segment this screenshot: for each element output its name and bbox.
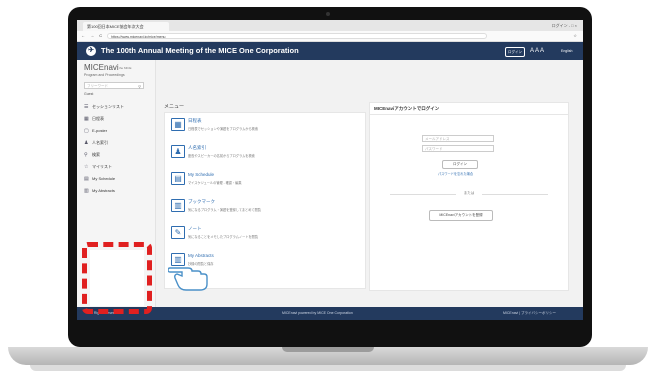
search-placeholder: フリーワード xyxy=(87,84,108,88)
browser-tab-bar: 第100回日本MICE協会年次大会 ログイン - □ × xyxy=(77,20,583,31)
pointing-hand-icon xyxy=(168,267,208,291)
sidebar-item-label: マイリスト xyxy=(92,164,112,169)
menu-item-note[interactable]: ✎ ノート 気になることをメモしたプログラムノートを閲覧 xyxy=(171,226,359,252)
menu-item-author-index[interactable]: ♟ 人名索引 座長やスピーカーの名前からプログラムを検索 xyxy=(171,145,359,171)
url-field[interactable]: https://www.micenavi.jp/mice/menu xyxy=(107,33,487,39)
register-button[interactable]: MICEnaviアカウントを登録 xyxy=(429,210,493,221)
schedule-icon: ▤ xyxy=(171,172,185,185)
nav-buttons[interactable]: ← → C xyxy=(81,33,104,39)
abstracts-icon: ▥ xyxy=(84,188,89,194)
poster-icon: ▢ xyxy=(84,128,89,134)
sidebar-item-label: My Abstracts xyxy=(92,188,115,193)
sidebar-item-label: E-poster xyxy=(92,128,108,133)
sidebar-item-my-abstracts[interactable]: ▥ My Abstracts xyxy=(84,185,152,196)
menu-item-my-schedule[interactable]: ▤ My Schedule マイスケジュールの管理 - 確認・編集 xyxy=(171,172,359,198)
list-icon: ☰ xyxy=(84,104,89,110)
menu-heading: メニュー xyxy=(164,104,185,110)
password-field[interactable]: パスワード xyxy=(422,145,494,152)
schedule-icon: ▤ xyxy=(84,176,89,182)
laptop-shadow xyxy=(30,365,626,371)
site-header: ✈ The 100th Annual Meeting of the MICE O… xyxy=(77,42,583,60)
menu-item-desc: 気になることをメモしたプログラムノートを閲覧 xyxy=(188,235,259,239)
site-footer: All Rights Reserved. MICEnavi powered by… xyxy=(77,307,583,320)
menu-item-title[interactable]: 日程表 xyxy=(188,118,202,124)
bookmark-star-icon[interactable]: ☆ xyxy=(573,33,577,39)
email-field[interactable]: メールアドレス xyxy=(422,135,494,142)
sidebar-item-label: 検索 xyxy=(92,152,100,157)
menu-item-bookmark[interactable]: ▥ ブックマーク 気になるプログラム・演題を登録してまとめて閲覧 xyxy=(171,199,359,225)
search-icon: ⚲ xyxy=(84,152,88,158)
language-switch[interactable]: English xyxy=(561,42,572,60)
logo-icon: ✈ xyxy=(86,46,96,56)
menu-item-title[interactable]: My Schedule xyxy=(188,172,214,177)
menu-item-title[interactable]: ノート xyxy=(188,226,202,232)
menu-item-desc: 座長やスピーカーの名前からプログラムを検索 xyxy=(188,154,255,158)
calendar-icon: ▦ xyxy=(84,116,89,122)
login-button[interactable]: ログイン xyxy=(442,160,478,169)
menu-item-desc: 日程表でセッションや演題をプログラムから検索 xyxy=(188,127,259,131)
sidebar-item-my-schedule[interactable]: ▤ My Schedule xyxy=(84,173,152,184)
search-icon[interactable]: ⚲ xyxy=(138,83,141,90)
sidebar-search-input[interactable]: フリーワード ⚲ xyxy=(84,82,144,89)
laptop-notch xyxy=(282,347,374,352)
window-controls[interactable]: ログイン - □ × xyxy=(552,22,577,29)
sidebar-item-mylist[interactable]: ☆ マイリスト xyxy=(84,161,152,172)
login-panel-title: MICEnaviアカウントでログイン xyxy=(374,106,440,111)
calendar-icon: ▦ xyxy=(171,118,185,131)
pencil-icon: ✎ xyxy=(171,226,185,239)
font-size-switcher[interactable]: A A A xyxy=(530,42,544,60)
menu-item-title[interactable]: ブックマーク xyxy=(188,199,215,205)
sidebar-item-label: 人名索引 xyxy=(92,140,108,145)
sidebar-item-search[interactable]: ⚲ 検索 xyxy=(84,149,152,160)
sidebar-item-label: My Schedule xyxy=(92,176,116,181)
laptop-screen: 第100回日本MICE協会年次大会 ログイン - □ × ← → C https… xyxy=(77,20,583,320)
sidebar-item-timetable[interactable]: ▦ 日程表 xyxy=(84,113,152,124)
person-icon: ♟ xyxy=(84,140,89,146)
menu-item-title[interactable]: 人名索引 xyxy=(188,145,206,151)
page-title: The 100th Annual Meeting of the MICE One… xyxy=(101,46,299,55)
address-bar: ← → C https://www.micenavi.jp/mice/menu … xyxy=(77,31,583,42)
browser-tab[interactable]: 第100回日本MICE協会年次大会 xyxy=(83,22,169,31)
menu-item-desc: マイスケジュールの管理 - 確認・編集 xyxy=(188,181,242,185)
sidebar-item-eposter[interactable]: ▢ E-poster xyxy=(84,125,152,136)
sidebar-item-label: 日程表 xyxy=(92,116,104,121)
menu-item-timetable[interactable]: ▦ 日程表 日程表でセッションや演題をプログラムから検索 xyxy=(171,118,359,144)
star-icon: ☆ xyxy=(84,164,89,170)
highlight-box xyxy=(82,242,152,314)
forgot-password-link[interactable]: パスワードを忘れた場合 xyxy=(438,171,473,176)
header-login-button[interactable]: ログイン xyxy=(505,47,525,57)
footer-powered-by: MICEnavi powered by MICE One Corporation xyxy=(282,311,353,315)
divider xyxy=(370,114,568,115)
menu-item-desc: 気になるプログラム・演題を登録してまとめて閲覧 xyxy=(188,208,261,212)
sidebar-item-label: セッションリスト xyxy=(92,104,124,109)
people-icon: ♟ xyxy=(171,145,185,158)
brand-name: MICEnavi xyxy=(84,63,119,72)
brand-sub: the MICE xyxy=(119,66,132,70)
book-icon: ▥ xyxy=(171,199,185,212)
sidebar-item-session-list[interactable]: ☰ セッションリスト xyxy=(84,101,152,112)
webcam xyxy=(326,12,330,16)
sidebar-item-author-index[interactable]: ♟ 人名索引 xyxy=(84,137,152,148)
user-label: Guest xyxy=(84,92,94,96)
brand-subtitle: Program and Proceedings xyxy=(84,73,125,77)
footer-links[interactable]: MICEnavi | プライバシーポリシー xyxy=(503,307,556,320)
or-label: または xyxy=(456,191,482,196)
login-panel: MICEnaviアカウントでログイン メールアドレス パスワード ログイン パス… xyxy=(369,102,569,291)
